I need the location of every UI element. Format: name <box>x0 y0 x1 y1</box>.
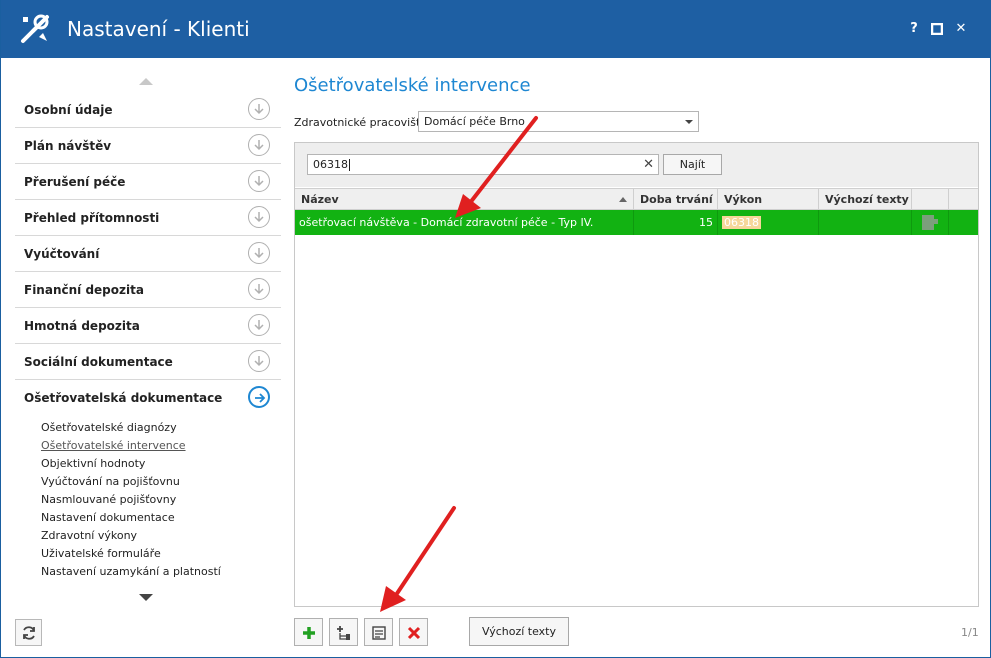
arrow-down-circle-icon <box>248 314 270 336</box>
column-header-label: Název <box>301 193 339 206</box>
column-header-doba-trvani[interactable]: Doba trvání <box>634 189 718 209</box>
text-cursor <box>349 159 350 171</box>
sidebar-item-prehled-pritomnosti[interactable]: Přehled přítomnosti <box>15 200 281 236</box>
arrow-down-circle-icon <box>248 170 270 192</box>
plus-icon <box>303 627 315 639</box>
chevron-down-icon <box>685 120 693 124</box>
subitem-objektivni-hodnoty[interactable]: Objektivní hodnoty <box>41 457 145 470</box>
interventions-panel: 06318 ✕ Najít Název Doba trvání Výkon Vý… <box>294 142 979 607</box>
window-title: Nastavení - Klienti <box>67 17 250 41</box>
sidebar-item-label: Finanční depozita <box>24 283 144 297</box>
default-texts-button[interactable]: Výchozí texty <box>469 617 569 646</box>
workplace-select-value: Domácí péče Brno <box>424 115 525 128</box>
delete-x-icon <box>407 626 421 640</box>
vykon-highlight: 06318 <box>722 216 761 229</box>
sidebar-item-label: Ošetřovatelská dokumentace <box>24 391 223 405</box>
cell-actions <box>912 210 949 235</box>
sidebar-item-label: Hmotná depozita <box>24 319 140 333</box>
sidebar-item-financni-depozita[interactable]: Finanční depozita <box>15 272 281 308</box>
title-bar: Nastavení - Klienti ? ✕ <box>1 0 991 58</box>
subitem-osetrovatelske-intervence[interactable]: Ošetřovatelské intervence <box>41 439 186 452</box>
subitem-nasmlouvane-pojistovny[interactable]: Nasmlouvané pojišťovny <box>41 493 176 506</box>
search-input[interactable]: 06318 ✕ <box>307 154 659 175</box>
subitem-zdravotni-vykony[interactable]: Zdravotní výkony <box>41 529 137 542</box>
document-icon[interactable] <box>922 215 938 230</box>
cell-vychozi-texty <box>819 210 912 235</box>
cell-nazev: ošetřovací návštěva - Domácí zdravotní p… <box>295 210 634 235</box>
sidebar-item-label: Sociální dokumentace <box>24 355 173 369</box>
scroll-up-icon[interactable] <box>139 78 153 85</box>
delete-button[interactable] <box>399 618 428 646</box>
sidebar-item-label: Přehled přítomnosti <box>24 211 160 225</box>
help-button[interactable]: ? <box>905 20 923 38</box>
sidebar-item-osobni-udaje[interactable]: Osobní údaje <box>15 92 281 128</box>
column-header-nazev[interactable]: Název <box>295 189 634 209</box>
sidebar-item-hmotna-depozita[interactable]: Hmotná depozita <box>15 308 281 344</box>
add-child-button[interactable] <box>329 618 358 646</box>
edit-document-icon <box>372 626 386 640</box>
arrow-down-circle-icon <box>248 242 270 264</box>
workplace-select[interactable]: Domácí péče Brno <box>418 111 699 132</box>
sidebar-item-label: Vyúčtování <box>24 247 100 261</box>
scroll-down-icon[interactable] <box>139 594 153 601</box>
workplace-label: Zdravotnické pracoviště: <box>294 116 431 129</box>
grid-header: Název Doba trvání Výkon Výchozí texty <box>295 188 978 210</box>
refresh-icon <box>23 626 35 640</box>
subitem-uzivatelske-formulare[interactable]: Uživatelské formuláře <box>41 547 161 560</box>
arrow-right-circle-icon <box>248 386 270 408</box>
column-header-vykon[interactable]: Výkon <box>718 189 819 209</box>
cell-doba-trvani: 15 <box>634 210 718 235</box>
arrow-down-circle-icon <box>248 206 270 228</box>
pager: 1/1 <box>961 626 979 639</box>
arrow-down-circle-icon <box>248 134 270 156</box>
table-row[interactable]: ošetřovací návštěva - Domácí zdravotní p… <box>295 210 978 235</box>
search-input-value: 06318 <box>313 158 350 171</box>
column-header-actions <box>912 189 949 209</box>
find-button[interactable]: Najít <box>663 154 722 175</box>
arrow-down-circle-icon <box>248 278 270 300</box>
sidebar-item-osetrovatelska-dokumentace[interactable]: Ošetřovatelská dokumentace <box>15 380 281 416</box>
clear-icon[interactable]: ✕ <box>643 157 654 172</box>
edit-button[interactable] <box>364 618 393 646</box>
cell-vykon: 06318 <box>718 210 819 235</box>
subitem-nastaveni-dokumentace[interactable]: Nastavení dokumentace <box>41 511 175 524</box>
refresh-button[interactable] <box>15 619 42 646</box>
arrow-down-circle-icon <box>248 98 270 120</box>
filter-bar: 06318 ✕ Najít <box>295 143 978 187</box>
maximize-icon <box>930 22 944 36</box>
sidebar: Osobní údaje Plán návštěv Přerušení péče… <box>15 70 281 610</box>
sidebar-item-label: Přerušení péče <box>24 175 126 189</box>
add-button[interactable] <box>294 618 323 646</box>
sidebar-item-vyuctovani[interactable]: Vyúčtování <box>15 236 281 272</box>
sidebar-item-socialni-dokumentace[interactable]: Sociální dokumentace <box>15 344 281 380</box>
sidebar-item-plan-navstev[interactable]: Plán návštěv <box>15 128 281 164</box>
arrow-down-circle-icon <box>248 350 270 372</box>
sidebar-item-label: Osobní údaje <box>24 103 113 117</box>
subitem-nastaveni-uzamykani[interactable]: Nastavení uzamykání a platností <box>41 565 221 578</box>
sidebar-item-label: Plán návštěv <box>24 139 112 153</box>
subitem-vyuctovani-na-pojistovnu[interactable]: Vyúčtování na pojišťovnu <box>41 475 180 488</box>
app-window: Nastavení - Klienti ? ✕ Osobní údaje Plá… <box>0 0 991 658</box>
search-text: 06318 <box>313 158 348 171</box>
page-title: Ošetřovatelské intervence <box>294 75 531 96</box>
wrench-screwdriver-icon <box>21 14 49 43</box>
close-button[interactable]: ✕ <box>952 20 970 38</box>
add-tree-icon <box>337 626 350 640</box>
sidebar-item-preruseni-pece[interactable]: Přerušení péče <box>15 164 281 200</box>
maximize-button[interactable] <box>928 20 946 38</box>
subitem-osetrovatelske-diagnozy[interactable]: Ošetřovatelské diagnózy <box>41 421 177 434</box>
sort-ascending-icon <box>619 197 627 202</box>
column-header-vychozi-texty[interactable]: Výchozí texty <box>819 189 912 209</box>
